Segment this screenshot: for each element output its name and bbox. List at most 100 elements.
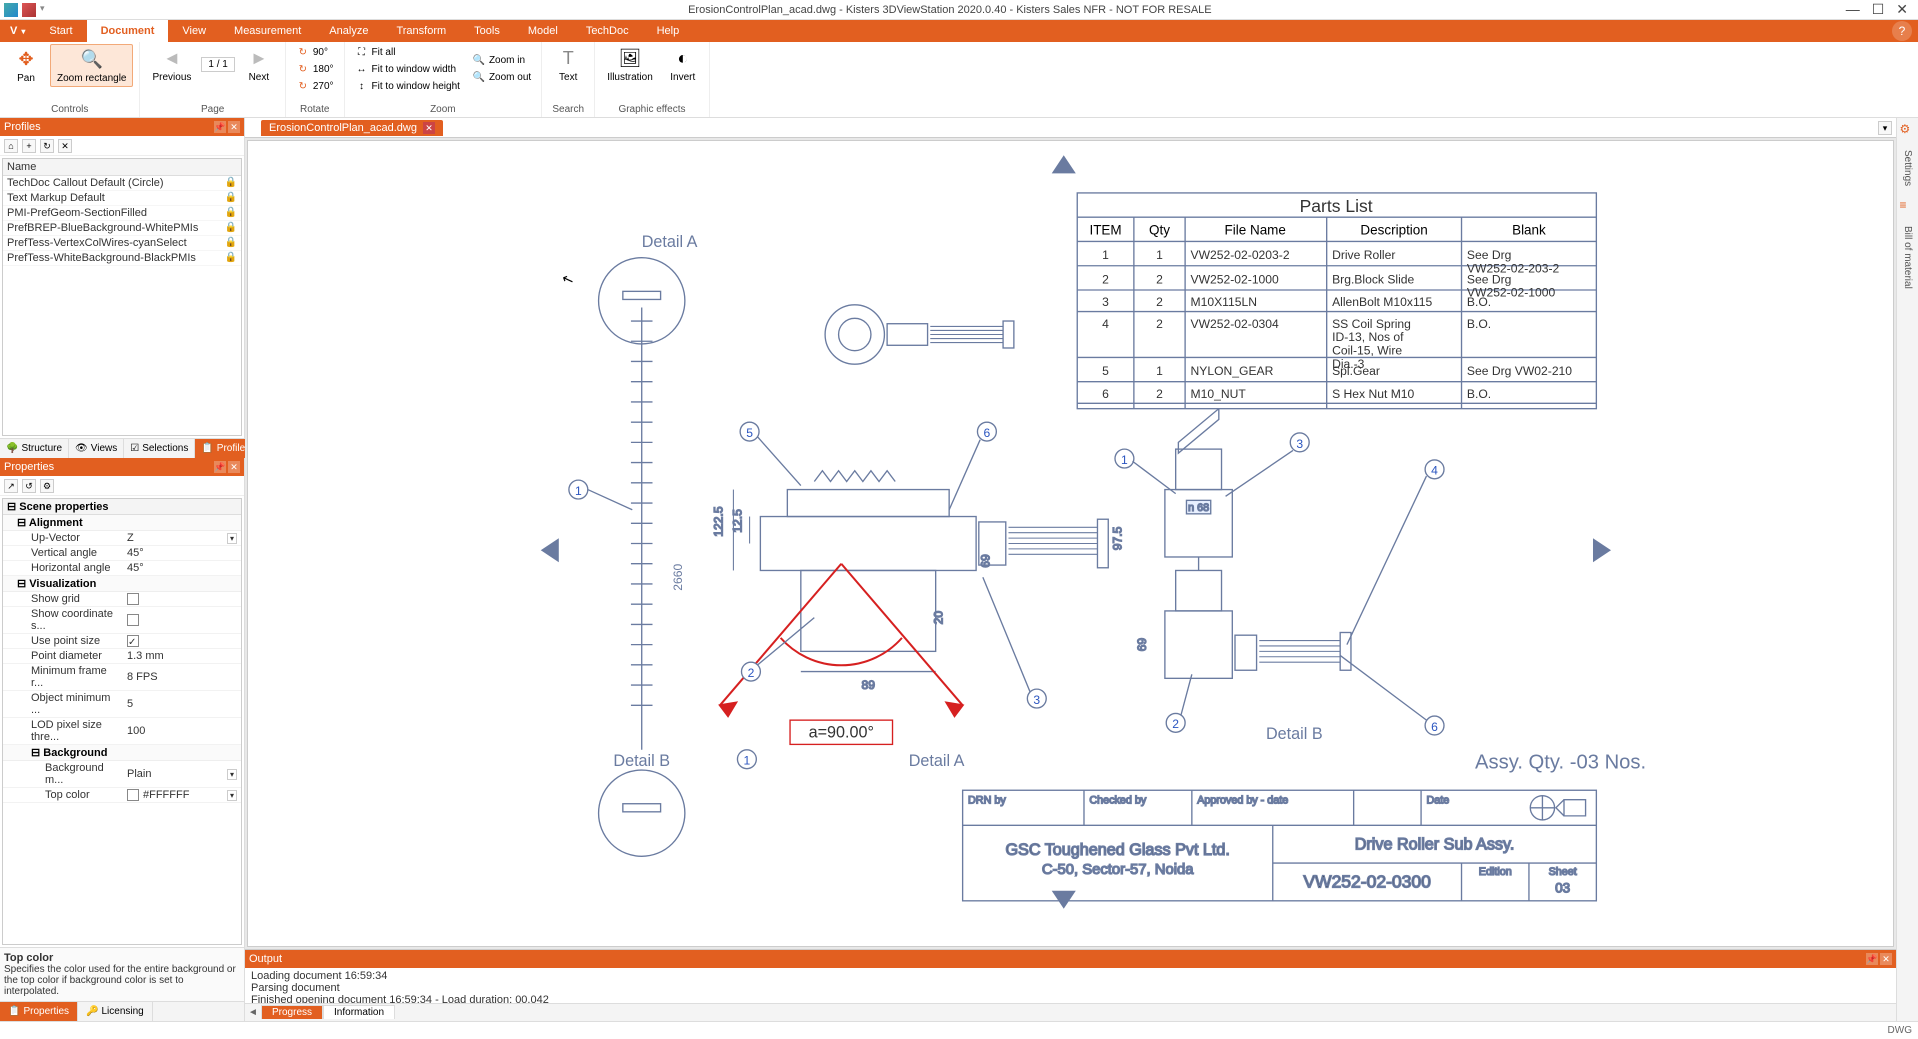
zoom-out-button[interactable]: 🔍Zoom out [468, 70, 535, 86]
fit-height-button[interactable]: ↕Fit to window height [351, 78, 464, 94]
left-tab-views[interactable]: 👁Views [69, 439, 124, 458]
prop-use-point-size: Use point size [3, 634, 123, 648]
rotate-180-button[interactable]: ↻180° [292, 61, 338, 77]
qat-icon-2[interactable] [22, 3, 36, 17]
maximize-button[interactable]: ☐ [1872, 1, 1885, 18]
panel-pin-icon[interactable]: 📌 [214, 121, 226, 133]
prop-up-vector-value[interactable]: Z [127, 532, 223, 544]
output-nav-left[interactable]: ◄ [245, 1007, 261, 1018]
properties-tree[interactable]: ⊟ Scene properties ⊟ Alignment Up-Vector… [2, 498, 242, 945]
prop-point-diameter-value[interactable]: 1.3 mm [123, 649, 241, 663]
rotate-90-button[interactable]: ↻90° [292, 44, 338, 60]
svg-text:AllenBolt M10x115: AllenBolt M10x115 [1332, 295, 1432, 309]
bom-icon[interactable]: ≡ [1900, 198, 1916, 214]
prop-min-frame-value[interactable]: 8 FPS [123, 664, 241, 690]
tab-techdoc[interactable]: TechDoc [572, 20, 643, 42]
tab-help[interactable]: Help [643, 20, 694, 42]
zoom-in-button[interactable]: 🔍Zoom in [468, 53, 535, 69]
tab-model[interactable]: Model [514, 20, 572, 42]
reset-icon[interactable]: ↺ [22, 479, 36, 493]
bottom-tab-licensing[interactable]: 🔑Licensing [78, 1002, 153, 1021]
tab-transform[interactable]: Transform [382, 20, 460, 42]
right-tab-settings[interactable]: Settings [1902, 144, 1913, 192]
tab-measurement[interactable]: Measurement [220, 20, 315, 42]
profile-item[interactable]: TechDoc Callout Default (Circle)🔒 [3, 176, 241, 191]
tab-analyze[interactable]: Analyze [315, 20, 382, 42]
qat-dropdown-icon[interactable]: ▾ [40, 3, 54, 17]
prop-lod-value[interactable]: 100 [123, 718, 241, 744]
prop-vertical-angle-value[interactable]: 45° [123, 546, 241, 560]
prop-top-color-value[interactable]: #FFFFFF [143, 789, 223, 801]
svg-text:1: 1 [1156, 248, 1163, 262]
rotate-270-button[interactable]: ↻270° [292, 78, 338, 94]
text-search-button[interactable]: TText [548, 44, 588, 85]
zoom-in-icon: 🔍 [472, 54, 486, 68]
help-icon[interactable]: ? [1892, 21, 1912, 41]
fit-all-button[interactable]: ⛶Fit all [351, 44, 464, 60]
arrow-right-icon: ► [247, 46, 271, 70]
show-grid-checkbox[interactable] [127, 593, 139, 605]
dropdown-icon[interactable]: ▾ [227, 790, 237, 801]
output-log[interactable]: Loading document 16:59:34 Parsing docume… [245, 968, 1896, 1003]
panel-close-icon[interactable]: ✕ [228, 461, 240, 473]
top-color-swatch[interactable] [127, 789, 139, 801]
output-tab-information[interactable]: Information [323, 1005, 395, 1019]
zoom-rectangle-button[interactable]: 🔍Zoom rectangle [50, 44, 133, 87]
tab-start[interactable]: Start [35, 20, 86, 42]
minimize-button[interactable]: — [1846, 1, 1860, 18]
profile-item[interactable]: Text Markup Default🔒 [3, 191, 241, 206]
profiles-icon: 📋 [201, 443, 213, 454]
tab-tools[interactable]: Tools [460, 20, 514, 42]
prop-obj-min-value[interactable]: 5 [123, 691, 241, 717]
invert-button[interactable]: ◐Invert [663, 44, 703, 85]
profile-item[interactable]: PrefTess-WhiteBackground-BlackPMIs🔒 [3, 251, 241, 266]
show-coord-checkbox[interactable] [127, 614, 139, 626]
tab-view[interactable]: View [168, 20, 220, 42]
tab-menu-icon[interactable]: ▾ [1878, 121, 1892, 135]
prop-bg-mode-value[interactable]: Plain [127, 768, 223, 780]
export-icon[interactable]: ↗ [4, 479, 18, 493]
profile-item[interactable]: PMI-PrefGeom-SectionFilled🔒 [3, 206, 241, 221]
illustration-button[interactable]: 🖼Illustration [601, 44, 659, 85]
app-menu-button[interactable]: V▾ [0, 20, 35, 42]
add-icon[interactable]: + [22, 139, 36, 153]
text-icon: T [556, 46, 580, 70]
right-tab-bom[interactable]: Bill of material [1902, 220, 1913, 295]
qat-icon-1[interactable] [4, 3, 18, 17]
profiles-list[interactable]: Name TechDoc Callout Default (Circle)🔒Te… [2, 158, 242, 436]
prop-horizontal-angle-value[interactable]: 45° [123, 561, 241, 575]
next-page-button[interactable]: ►Next [239, 44, 279, 85]
settings-icon[interactable]: ⚙ [1900, 122, 1916, 138]
svg-text:Assy. Qty. -03 Nos.: Assy. Qty. -03 Nos. [1475, 752, 1646, 774]
drawing-canvas[interactable]: ↖ Detail A [247, 140, 1894, 947]
tab-document[interactable]: Document [87, 20, 169, 42]
rotate-icon: ↻ [296, 79, 310, 93]
panel-close-icon[interactable]: ✕ [1880, 953, 1892, 965]
pan-button[interactable]: ✥Pan [6, 45, 46, 86]
delete-icon[interactable]: ✕ [58, 139, 72, 153]
dropdown-icon[interactable]: ▾ [227, 533, 237, 544]
gear-icon[interactable]: ⚙ [40, 479, 54, 493]
svg-text:2: 2 [1156, 272, 1163, 286]
left-tab-structure[interactable]: 🌳Structure [0, 439, 69, 458]
profile-item[interactable]: PrefBREP-BlueBackground-WhitePMIs🔒 [3, 221, 241, 236]
home-icon[interactable]: ⌂ [4, 139, 18, 153]
activate-icon[interactable]: ↻ [40, 139, 54, 153]
close-tab-icon[interactable]: ✕ [423, 122, 435, 134]
panel-pin-icon[interactable]: 📌 [214, 461, 226, 473]
document-tab[interactable]: ErosionControlPlan_acad.dwg✕ [261, 120, 443, 136]
left-tab-selections[interactable]: ☑Selections [124, 439, 195, 458]
profile-item[interactable]: PrefTess-VertexColWires-cyanSelect🔒 [3, 236, 241, 251]
fit-width-button[interactable]: ↔Fit to window width [351, 61, 464, 77]
panel-pin-icon[interactable]: 📌 [1866, 953, 1878, 965]
svg-text:2: 2 [1156, 387, 1163, 401]
use-point-size-checkbox[interactable] [127, 635, 139, 647]
page-indicator[interactable]: 1 / 1 [201, 57, 234, 72]
dropdown-icon[interactable]: ▾ [227, 769, 237, 780]
svg-text:B.O.: B.O. [1467, 387, 1491, 401]
panel-close-icon[interactable]: ✕ [228, 121, 240, 133]
previous-page-button[interactable]: ◄Previous [146, 44, 197, 85]
close-button[interactable]: ✕ [1896, 1, 1908, 18]
bottom-tab-properties[interactable]: 📋Properties [0, 1002, 78, 1021]
output-tab-progress[interactable]: Progress [261, 1005, 323, 1019]
